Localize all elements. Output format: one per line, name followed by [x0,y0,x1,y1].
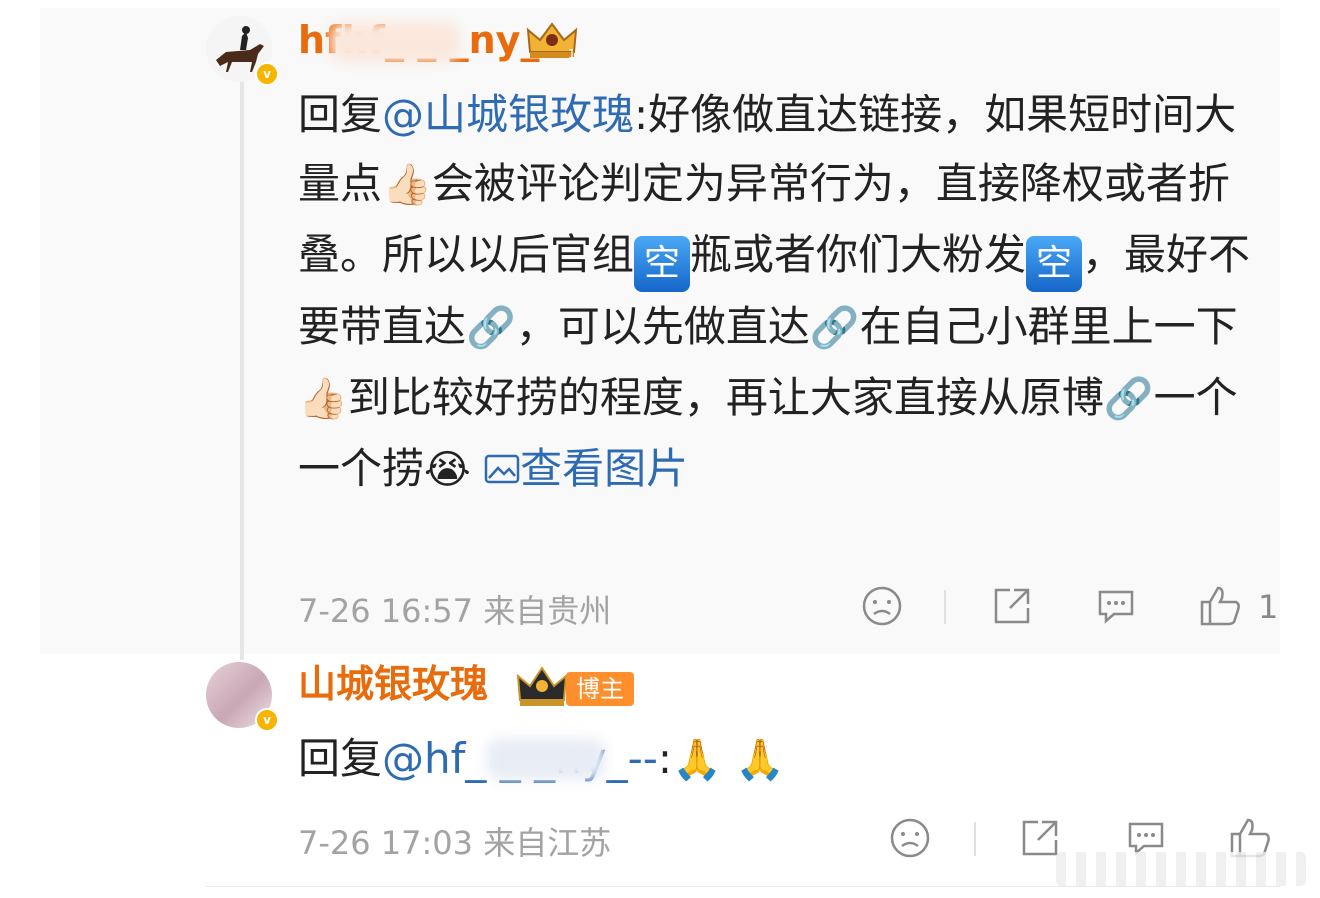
thumbs-up-icon: 👍🏻 [382,162,432,208]
reply-prefix: 回复 [298,90,383,139]
watermark [1056,852,1306,886]
comment-icon[interactable] [1094,584,1138,628]
divider [206,886,1280,887]
empty-badge-icon: 空 [634,236,691,292]
text-segment: 到比较好捞的程度，再让大家直接从原博 [347,373,1104,422]
crown-badge-icon: 1 [526,22,578,61]
verified-badge-icon: v [255,62,279,86]
divider [944,590,946,624]
text-segment: 瓶或者你们大粉发 [690,230,1027,279]
svg-text:1: 1 [568,47,576,61]
link-icon: 🔗 [1103,376,1154,422]
blur-patch [330,22,460,62]
text-segment: 在自己小群里上一下 [859,302,1238,351]
crying-face-icon: 😭 [424,447,471,493]
pray-hands-icon: 🙏 [735,737,786,783]
host-tag: 博主 [566,672,634,706]
comment-meta: 7-26 17:03 来自江苏 [298,824,612,862]
like-count: 1 [1258,588,1279,626]
blur-patch [486,738,606,780]
empty-badge-icon: 空 [1026,236,1083,292]
share-icon[interactable] [1018,816,1062,860]
view-image-link[interactable]: 查看图片 [484,444,688,493]
pray-hands-icon: 🙏 [672,737,722,783]
thumbs-up-icon: 👍🏻 [298,376,348,422]
image-icon [484,454,520,484]
thread-line [240,80,244,660]
view-image-label: 查看图片 [520,444,689,493]
divider [974,822,976,856]
comment-text: 回复@hf_ _ _ny_--:🙏 🙏 [298,724,1278,795]
mention-link[interactable]: @山城银玫瑰 [382,90,634,139]
comment-meta: 7-26 16:57 来自贵州 [298,592,612,630]
text-segment: : [657,734,673,783]
comment-username[interactable]: 山城银玫瑰 [298,662,488,706]
crown-badge-icon [516,666,568,706]
link-icon: 🔗 [466,305,516,351]
share-icon[interactable] [990,584,1034,628]
dislike-face-icon[interactable] [888,816,932,860]
reply-prefix: 回复 [298,734,383,783]
like-icon[interactable] [1198,584,1242,628]
verified-badge-icon: v [255,708,279,732]
comment-text: 回复@山城银玫瑰:好像做直达链接，如果短时间大量点👍🏻会被评论判定为异常行为，直… [298,80,1278,505]
link-icon: 🔗 [809,305,860,351]
text-segment: ，可以先做直达 [515,302,810,351]
dislike-face-icon[interactable] [860,584,904,628]
